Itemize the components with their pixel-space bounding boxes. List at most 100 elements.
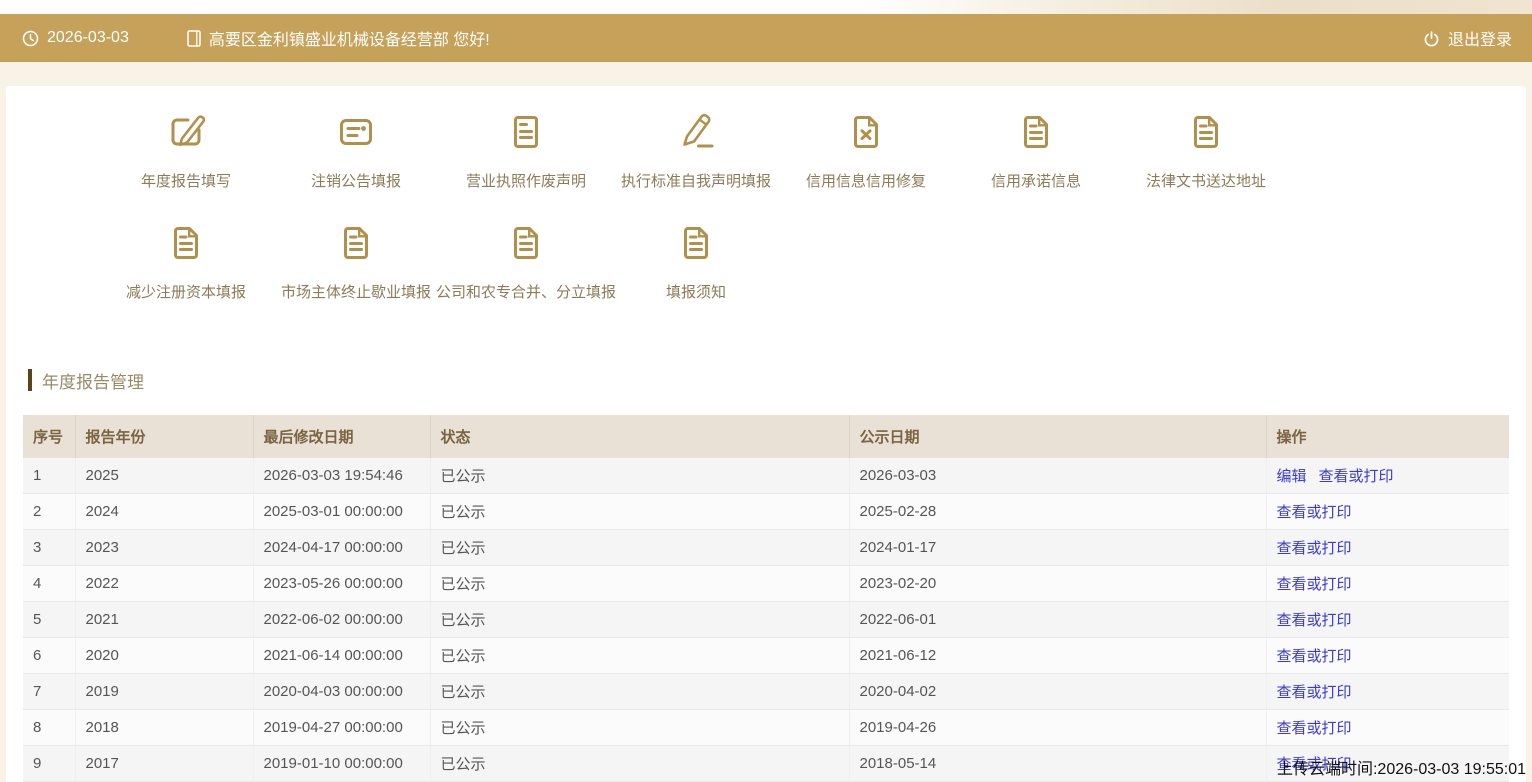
cell-no: 1 xyxy=(23,458,76,494)
cell-status: 已公示 xyxy=(430,601,850,638)
table-row: 5 2021 2022-06-02 00:00:00 已公示 2022-06-01 查看或… xyxy=(23,601,1509,638)
topbar-company-group: 高要区金利镇盛业机械设备经营部 您好! xyxy=(187,26,490,50)
card-announcement-icon xyxy=(332,108,380,156)
upload-time-text: 上传云端时间:2026-03-03 19:55:01 xyxy=(1276,761,1526,778)
cell-publish_date: 2019-04-26 xyxy=(849,709,1267,746)
view-print-link[interactable]: 查看或打印 xyxy=(1277,648,1352,665)
edit-square-icon xyxy=(162,108,210,156)
menu-item[interactable]: 法律文书送达地址 xyxy=(1121,108,1291,191)
cell-actions: 查看或打印 xyxy=(1266,601,1509,638)
function-menu: 年度报告填写 注销公告填报 营业执照作废声明 执行标准自我声明填报 信用信息信用修复 信用… xyxy=(101,86,1526,302)
document-fold-icon xyxy=(672,219,720,267)
logout-button[interactable]: 退出登录 xyxy=(1423,26,1512,50)
table-row: 1 2025 2026-03-03 19:54:46 已公示 2026-03-03 编辑查… xyxy=(23,458,1509,494)
menu-item-label: 填报须知 xyxy=(665,284,726,301)
cell-publish_date: 2020-04-02 xyxy=(849,673,1267,710)
logout-label: 退出登录 xyxy=(1447,32,1512,49)
menu-item-label: 年度报告填写 xyxy=(140,173,231,190)
menu-item[interactable]: 填报须知 xyxy=(611,219,781,302)
document-lines-icon xyxy=(502,108,550,156)
cell-actions: 查看或打印 xyxy=(1266,709,1509,746)
menu-item[interactable]: 市场主体终止歇业填报 xyxy=(271,219,441,302)
cell-status: 已公示 xyxy=(430,493,850,530)
cell-status: 已公示 xyxy=(430,529,850,566)
column-header: 操作 xyxy=(1266,415,1509,458)
menu-item-label: 注销公告填报 xyxy=(310,173,401,190)
table-row: 3 2023 2024-04-17 00:00:00 已公示 2024-01-17 查看或… xyxy=(23,529,1509,566)
cell-publish_date: 2025-02-28 xyxy=(849,493,1267,530)
cell-publish_date: 2026-03-03 xyxy=(849,458,1267,494)
cell-status: 已公示 xyxy=(430,673,850,710)
menu-item-label: 法律文书送达地址 xyxy=(1145,173,1266,190)
table-row: 2 2024 2025-03-01 00:00:00 已公示 2025-02-28 查看或… xyxy=(23,493,1509,530)
annual-report-table: 序号 报告年份 最后修改日期 状态 公示日期 操作 1 2025 2026-03-03 19:… xyxy=(23,415,1509,782)
cell-modified: 2023-05-26 00:00:00 xyxy=(253,565,431,602)
document-fold-icon xyxy=(162,219,210,267)
section-title: 年度报告管理 xyxy=(42,372,144,392)
document-fold-icon xyxy=(332,219,380,267)
cell-publish_date: 2024-01-17 xyxy=(849,529,1267,566)
cell-actions: 编辑 查看或打印 xyxy=(1266,458,1509,494)
topbar-date: 2026-03-03 xyxy=(47,29,129,46)
beige-gap xyxy=(0,62,1532,86)
cell-status: 已公示 xyxy=(430,458,850,494)
topbar-date-group: 2026-03-03 xyxy=(22,29,129,47)
view-print-link[interactable]: 查看或打印 xyxy=(1277,720,1352,737)
view-print-link[interactable]: 查看或打印 xyxy=(1277,540,1352,557)
table-header-row: 序号 报告年份 最后修改日期 状态 公示日期 操作 xyxy=(23,415,1509,458)
cell-status: 已公示 xyxy=(430,745,850,782)
cell-modified: 2025-03-01 00:00:00 xyxy=(253,493,431,530)
document-fold-icon xyxy=(502,219,550,267)
cell-no: 7 xyxy=(23,673,76,710)
menu-item-label: 信用承诺信息 xyxy=(990,173,1081,190)
menu-item[interactable]: 注销公告填报 xyxy=(271,108,441,191)
view-print-link[interactable]: 查看或打印 xyxy=(1277,576,1352,593)
view-print-link[interactable]: 查看或打印 xyxy=(1277,504,1352,521)
cell-modified: 2022-06-02 00:00:00 xyxy=(253,601,431,638)
cell-actions: 查看或打印 xyxy=(1266,673,1509,710)
menu-item[interactable]: 营业执照作废声明 xyxy=(441,108,611,191)
cell-publish_date: 2022-06-01 xyxy=(849,601,1267,638)
menu-item[interactable]: 执行标准自我声明填报 xyxy=(611,108,781,191)
cell-year: 2023 xyxy=(75,529,254,566)
cell-modified: 2026-03-03 19:54:46 xyxy=(253,458,431,494)
menu-item-label: 营业执照作废声明 xyxy=(465,173,586,190)
menu-item[interactable]: 信用承诺信息 xyxy=(951,108,1121,191)
menu-item[interactable]: 减少注册资本填报 xyxy=(101,219,271,302)
menu-item-label: 执行标准自我声明填报 xyxy=(620,173,771,190)
document-x-icon xyxy=(842,108,890,156)
edit-link[interactable]: 编辑 xyxy=(1277,468,1307,485)
cell-modified: 2020-04-03 00:00:00 xyxy=(253,673,431,710)
table-row: 4 2022 2023-05-26 00:00:00 已公示 2023-02-20 查看或… xyxy=(23,565,1509,602)
cell-year: 2020 xyxy=(75,637,254,674)
document-fold-icon xyxy=(1012,108,1060,156)
view-print-link[interactable]: 查看或打印 xyxy=(1277,612,1352,629)
menu-item-label: 公司和农专合并、分立填报 xyxy=(436,284,617,301)
cell-no: 6 xyxy=(23,637,76,674)
section-header: 年度报告管理 xyxy=(28,368,1526,392)
menu-item[interactable]: 年度报告填写 xyxy=(101,108,271,191)
topbar: 2026-03-03 高要区金利镇盛业机械设备经营部 您好! 退出登录 xyxy=(0,14,1532,62)
cell-status: 已公示 xyxy=(430,565,850,602)
clock-icon xyxy=(22,30,39,47)
menu-item[interactable]: 公司和农专合并、分立填报 xyxy=(436,219,616,302)
organization-icon xyxy=(187,29,201,48)
column-header: 最后修改日期 xyxy=(253,415,431,458)
power-icon xyxy=(1423,30,1440,47)
cell-year: 2021 xyxy=(75,601,254,638)
cell-publish_date: 2021-06-12 xyxy=(849,637,1267,674)
cell-no: 4 xyxy=(23,565,76,602)
cell-actions: 查看或打印 xyxy=(1266,529,1509,566)
cell-no: 9 xyxy=(23,745,76,782)
cell-year: 2024 xyxy=(75,493,254,530)
section-accent-bar xyxy=(28,369,32,391)
cell-modified: 2019-01-10 00:00:00 xyxy=(253,745,431,782)
cell-no: 5 xyxy=(23,601,76,638)
table-row: 7 2019 2020-04-03 00:00:00 已公示 2020-04-02 查看或… xyxy=(23,673,1509,710)
cell-status: 已公示 xyxy=(430,637,850,674)
menu-item[interactable]: 信用信息信用修复 xyxy=(781,108,951,191)
view-print-link[interactable]: 查看或打印 xyxy=(1319,468,1394,485)
view-print-link[interactable]: 查看或打印 xyxy=(1277,684,1352,701)
cell-publish_date: 2018-05-14 xyxy=(849,745,1267,782)
cell-modified: 2024-04-17 00:00:00 xyxy=(253,529,431,566)
